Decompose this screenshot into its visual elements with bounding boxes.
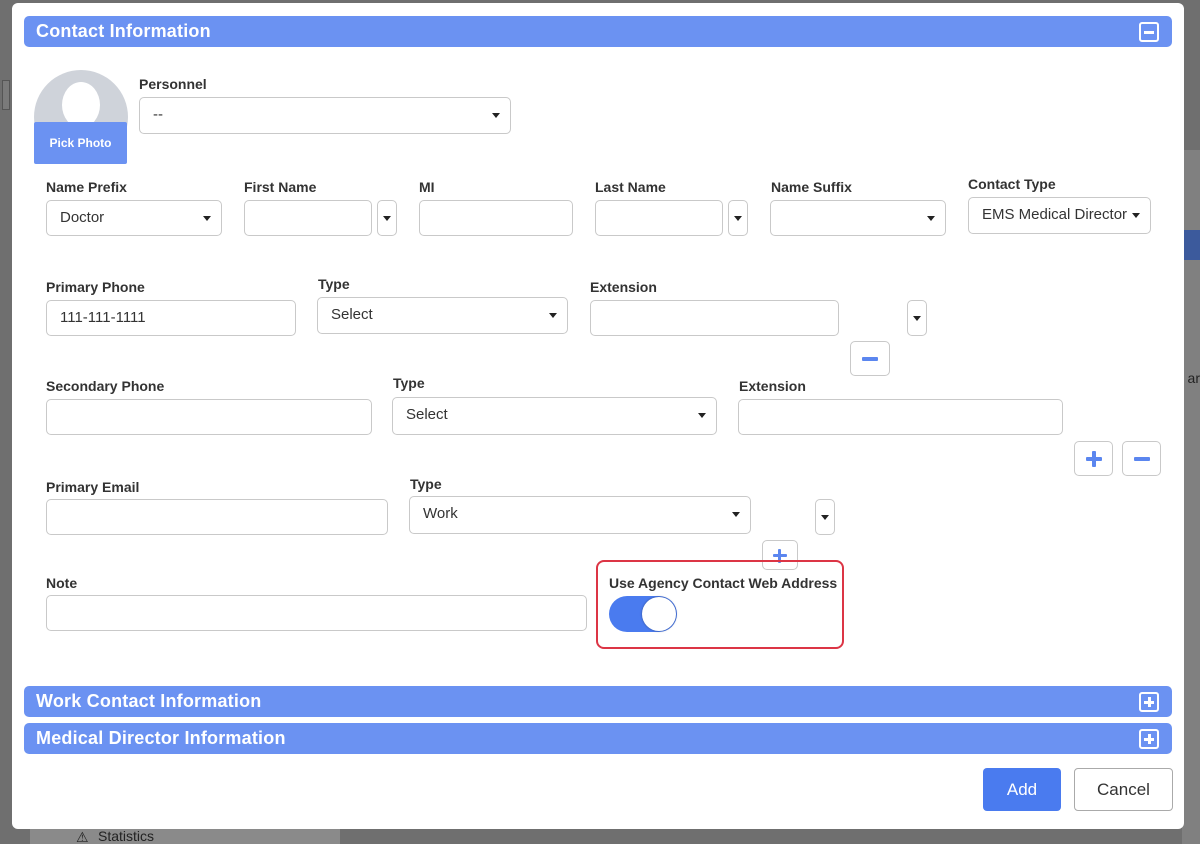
personnel-label: Personnel [139, 76, 207, 92]
last-name-input[interactable] [595, 200, 723, 236]
contact-type-select[interactable]: EMS Medical Director [968, 197, 1151, 234]
primary-email-dropdown[interactable] [815, 499, 835, 535]
primary-phone-extension-label: Extension [590, 279, 657, 295]
warning-icon: ⚠ [76, 829, 89, 844]
mi-label: MI [419, 179, 435, 195]
remove-secondary-phone-button[interactable] [1122, 441, 1161, 476]
first-name-input[interactable] [244, 200, 372, 236]
background-partial-text: ar [1187, 370, 1200, 386]
primary-email-type-label: Type [410, 476, 442, 492]
primary-phone-extension-dropdown[interactable] [907, 300, 927, 336]
mi-input[interactable] [419, 200, 573, 236]
remove-primary-phone-button[interactable] [850, 341, 890, 376]
pick-photo-button[interactable]: Pick Photo [34, 122, 127, 164]
name-suffix-label: Name Suffix [771, 179, 852, 195]
background-edge [2, 80, 10, 110]
primary-email-type-select[interactable]: Work [409, 496, 751, 534]
primary-phone-extension-input[interactable] [590, 300, 839, 336]
note-input[interactable] [46, 595, 587, 631]
secondary-phone-extension-input[interactable] [738, 399, 1063, 435]
primary-phone-type-select[interactable]: Select [317, 297, 568, 334]
secondary-phone-label: Secondary Phone [46, 378, 165, 394]
background-right-bar [1184, 230, 1200, 260]
medical-director-information-header[interactable]: Medical Director Information [24, 723, 1172, 754]
web-address-toggle-label: Use Agency Contact Web Address [609, 575, 838, 591]
cancel-button[interactable]: Cancel [1074, 768, 1173, 811]
primary-phone-input[interactable]: 111-111-1111 [46, 300, 296, 336]
minus-icon [862, 357, 878, 361]
statistics-tab-label: Statistics [98, 828, 155, 844]
expand-icon[interactable] [1139, 692, 1159, 712]
add-phone-button[interactable] [1074, 441, 1113, 476]
primary-email-input[interactable] [46, 499, 388, 535]
contact-modal: Contact Information Pick Photo Personnel… [12, 3, 1184, 829]
contact-information-header[interactable]: Contact Information [24, 16, 1172, 47]
work-contact-information-header[interactable]: Work Contact Information [24, 686, 1172, 717]
primary-phone-label: Primary Phone [46, 279, 145, 295]
first-name-label: First Name [244, 179, 317, 195]
collapse-icon[interactable] [1139, 22, 1159, 42]
expand-icon[interactable] [1139, 729, 1159, 749]
contact-type-label: Contact Type [968, 176, 1056, 192]
primary-phone-type-label: Type [318, 276, 350, 292]
work-contact-information-title: Work Contact Information [36, 691, 262, 711]
name-prefix-select[interactable]: Doctor [46, 200, 222, 236]
last-name-label: Last Name [595, 179, 666, 195]
medical-director-information-title: Medical Director Information [36, 728, 286, 748]
secondary-phone-input[interactable] [46, 399, 372, 435]
primary-email-label: Primary Email [46, 479, 140, 495]
last-name-dropdown[interactable] [728, 200, 748, 236]
toggle-knob [642, 597, 676, 631]
secondary-phone-extension-label: Extension [739, 378, 806, 394]
minus-icon [1134, 457, 1150, 461]
name-suffix-select[interactable] [770, 200, 946, 236]
first-name-dropdown[interactable] [377, 200, 397, 236]
web-address-toggle[interactable] [609, 596, 677, 632]
note-label: Note [46, 575, 78, 591]
secondary-phone-type-label: Type [393, 375, 425, 391]
contact-information-title: Contact Information [36, 21, 211, 41]
add-button[interactable]: Add [983, 768, 1061, 811]
name-prefix-label: Name Prefix [46, 179, 127, 195]
secondary-phone-type-select[interactable]: Select [392, 397, 717, 435]
personnel-select[interactable]: -- [139, 97, 511, 134]
